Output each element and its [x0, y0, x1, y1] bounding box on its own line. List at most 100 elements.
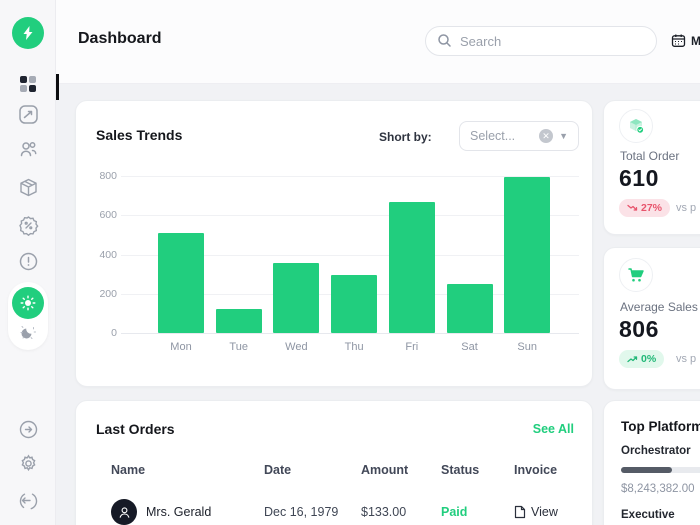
y-tick-label: 0 — [111, 327, 117, 339]
platform-progress-track — [621, 467, 700, 473]
search-input[interactable] — [425, 26, 657, 56]
see-all-link[interactable]: See All — [533, 422, 574, 436]
lightning-icon — [23, 26, 33, 40]
vs-previous-label: vs p — [676, 202, 697, 214]
page-title: Dashboard — [78, 30, 162, 47]
average-sales-card: Average Sales 806 0% vs p — [603, 247, 700, 390]
settings-gear-icon — [20, 453, 36, 471]
date-label: May — [691, 33, 700, 48]
search-icon — [438, 34, 451, 47]
sidebar-item-logout[interactable] — [17, 489, 39, 511]
user-avatar-icon — [119, 506, 129, 518]
last-orders-title: Last Orders — [96, 421, 175, 437]
y-tick-label: 600 — [99, 209, 117, 222]
sidebar-item-login[interactable] — [17, 418, 39, 440]
stat-value: 610 — [619, 165, 659, 191]
sidebar-item-dashboard[interactable] — [17, 73, 39, 95]
stat-label: Average Sales — [620, 300, 698, 314]
gridline — [121, 333, 579, 334]
sidebar-item-customers[interactable] — [17, 138, 39, 160]
sidebar-item-analytics[interactable] — [17, 103, 39, 125]
platform-name: Executive — [621, 509, 675, 521]
sidebar — [0, 0, 56, 525]
status-badge: Paid — [441, 505, 468, 519]
last-orders-card: Last Orders See All Name Date Amount Sta… — [75, 400, 593, 525]
products-box-icon — [19, 178, 37, 196]
x-tick-label: Tue — [229, 341, 248, 353]
bar-chart-plot: Mon Tue Wed Thu Fri Sat Sun — [121, 176, 579, 353]
trend-down-icon — [627, 204, 638, 211]
logout-arrow-icon — [19, 493, 37, 510]
customer-name: Mrs. Gerald — [146, 505, 212, 519]
text-cursor-caret — [56, 74, 59, 100]
bar-thu[interactable] — [331, 275, 378, 333]
alert-circle-icon — [19, 252, 37, 270]
col-invoice: Invoice — [514, 463, 558, 477]
col-amount: Amount — [361, 463, 409, 477]
sidebar-item-discounts[interactable] — [17, 214, 39, 236]
y-axis-labels: 800 600 400 200 0 — [80, 170, 117, 339]
view-label: View — [531, 505, 558, 519]
orders-table-header: Name Date Amount Status Invoice — [111, 463, 576, 477]
select-placeholder: Select... — [470, 129, 516, 143]
x-tick-label: Sun — [517, 341, 537, 353]
sidebar-item-alerts[interactable] — [17, 250, 39, 272]
sales-trends-card: Sales Trends Short by: Select... ✕ ▼ 800… — [75, 100, 593, 387]
stat-icon-circle — [619, 109, 653, 143]
platform-progress-fill — [621, 467, 673, 473]
top-platform-title: Top Platform — [621, 419, 700, 434]
header: Dashboard May — [56, 0, 700, 84]
sun-icon — [20, 295, 36, 311]
col-name: Name — [111, 463, 146, 477]
x-tick-label: Wed — [285, 341, 308, 353]
col-status: Status — [441, 463, 480, 477]
col-date: Date — [264, 463, 292, 477]
bar-mon[interactable] — [158, 232, 204, 333]
view-invoice-link[interactable]: View — [514, 505, 576, 519]
bar-wed[interactable] — [273, 263, 320, 333]
bar-sat[interactable] — [446, 283, 493, 333]
total-order-card: Total Order 610 27% vs p — [603, 100, 700, 235]
delta-value: 27% — [641, 202, 663, 214]
trend-up-icon — [627, 356, 638, 363]
sales-trends-title: Sales Trends — [96, 127, 183, 143]
delta-badge: 27% — [619, 199, 671, 217]
avatar — [111, 499, 137, 525]
platform-amount: $8,243,382.00 — [621, 483, 695, 495]
date-picker[interactable]: May — [671, 33, 700, 48]
stat-icon-circle — [619, 258, 653, 292]
theme-dark-button[interactable] — [17, 322, 39, 344]
top-platform-card: Top Platform Orchestrator $8,243,382.00 … — [603, 400, 700, 525]
calendar-icon — [671, 34, 686, 47]
document-icon — [514, 505, 526, 519]
sort-by-label: Short by: — [379, 130, 432, 144]
bar-tue[interactable] — [215, 309, 262, 333]
bar-fri[interactable] — [388, 201, 435, 333]
customer-cell: Mrs. Gerald — [111, 499, 264, 525]
order-amount: $133.00 — [361, 505, 407, 519]
app-logo[interactable] — [12, 17, 44, 49]
search-bar — [425, 26, 657, 56]
chevron-down-icon: ▼ — [559, 131, 568, 141]
y-tick-label: 800 — [99, 170, 117, 182]
delta-value: 0% — [641, 353, 657, 365]
delta-badge: 0% — [619, 350, 665, 368]
sidebar-item-settings[interactable] — [17, 452, 39, 474]
customers-icon — [20, 141, 36, 156]
bar-sun[interactable] — [504, 176, 551, 333]
clear-selection-icon[interactable]: ✕ — [539, 129, 554, 143]
platform-name: Orchestrator — [621, 445, 691, 457]
table-row: Mrs. Gerald Dec 16, 1979 $133.00 Paid Vi… — [111, 499, 576, 525]
sort-select[interactable]: Select... ✕ ▼ — [459, 121, 579, 151]
analytics-chart-icon — [18, 104, 38, 124]
sidebar-item-products[interactable] — [17, 176, 39, 198]
moon-icon — [20, 326, 36, 339]
y-tick-label: 200 — [99, 287, 117, 300]
stat-label: Total Order — [620, 149, 680, 163]
x-tick-label: Thu — [344, 341, 364, 353]
cart-icon — [628, 268, 644, 282]
y-tick-label: 400 — [99, 248, 117, 261]
theme-light-button[interactable] — [12, 287, 44, 319]
stat-value: 806 — [619, 316, 659, 342]
x-tick-label: Sat — [461, 341, 478, 353]
